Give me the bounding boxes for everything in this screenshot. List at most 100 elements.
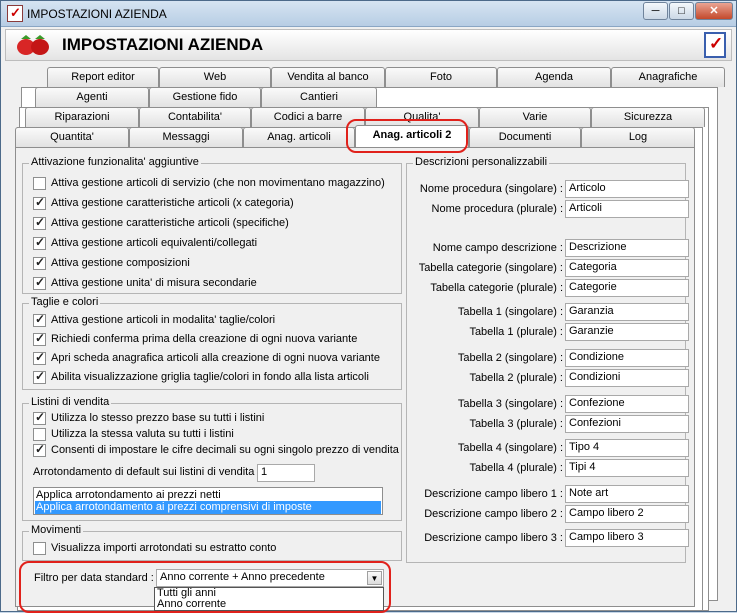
label-composizioni: Attiva gestione composizioni [51, 257, 190, 269]
desc-input-9[interactable]: Condizioni [565, 369, 689, 387]
desc-input-1[interactable]: Articolo [565, 180, 689, 198]
checkbox-apri-scheda[interactable] [33, 350, 46, 365]
desc-label-7: Tabella 1 (plurale) : [469, 326, 563, 338]
tab-gestione-fido[interactable]: Gestione fido [149, 87, 261, 107]
tab-agenda[interactable]: Agenda [497, 67, 611, 87]
desc-label-16: Descrizione campo libero 3 : [424, 532, 563, 544]
label-cifre-decimali: Consenti di impostare le cifre decimali … [51, 444, 399, 456]
highlight-selected-tab [346, 119, 468, 153]
group-descrizioni-title: Descrizioni personalizzabili [413, 156, 550, 168]
desc-input-7[interactable]: Garanzie [565, 323, 689, 341]
group-funzionalita-title: Attivazione funzionalita' aggiuntive [29, 156, 201, 168]
desc-input-2[interactable]: Articoli [565, 200, 689, 218]
tab-varie[interactable]: Varie [479, 107, 591, 127]
checkbox-composizioni[interactable] [33, 255, 46, 270]
tab-agenti[interactable]: Agenti [35, 87, 149, 107]
listbox-arrotondamento[interactable]: Applica arrotondamento ai prezzi netti A… [33, 487, 383, 515]
desc-label-8: Tabella 2 (singolare) : [457, 352, 563, 364]
checkbox-unita-misura[interactable] [33, 275, 46, 290]
desc-input-5[interactable]: Categorie [565, 279, 689, 297]
group-movimenti-title: Movimenti [29, 524, 84, 536]
tab-anagrafiche[interactable]: Anagrafiche [611, 67, 725, 87]
label-conferma-variante: Richiedi conferma prima della creazione … [51, 333, 358, 345]
tab-log[interactable]: Log [581, 127, 695, 147]
group-movimenti: Movimenti Visualizza importi arrotondati… [22, 524, 402, 561]
title-bar: IMPOSTAZIONI AZIENDA ─ □ ✕ [1, 1, 736, 27]
desc-label-3: Nome campo descrizione : [432, 242, 563, 254]
close-button[interactable]: ✕ [695, 2, 733, 20]
checkbox-stesso-prezzo[interactable] [33, 410, 46, 425]
group-listini-title: Listini di vendita [29, 396, 112, 408]
label-griglia-taglie: Abilita visualizzazione griglia taglie/c… [51, 371, 369, 383]
label-articoli-servizio: Attiva gestione articoli di servizio (ch… [51, 177, 385, 189]
desc-label-11: Tabella 3 (plurale) : [469, 418, 563, 430]
tab-web[interactable]: Web [159, 67, 271, 87]
desc-input-10[interactable]: Confezione [565, 395, 689, 413]
desc-label-14: Descrizione campo libero 1 : [424, 488, 563, 500]
desc-input-14[interactable]: Note art [565, 485, 689, 503]
tab-page-anag-articoli-2: Attivazione funzionalita' aggiuntive Att… [15, 147, 695, 611]
desc-input-13[interactable]: Tipi 4 [565, 459, 689, 477]
desc-label-2: Nome procedura (plurale) : [431, 203, 563, 215]
tab-anag-articoli[interactable]: Anag. articoli [243, 127, 355, 147]
checkbox-caratteristiche-categoria[interactable] [33, 195, 46, 210]
desc-input-8[interactable]: Condizione [565, 349, 689, 367]
tab-vendita-al-banco[interactable]: Vendita al banco [271, 67, 385, 87]
highlight-filter [19, 561, 391, 613]
label-arrotondamento: Arrotondamento di default sui listini di… [33, 466, 261, 478]
checkbox-conferma-variante[interactable] [33, 331, 46, 346]
header-title: IMPOSTAZIONI AZIENDA [62, 35, 264, 54]
desc-label-1: Nome procedura (singolare) : [419, 183, 563, 195]
desc-input-12[interactable]: Tipo 4 [565, 439, 689, 457]
group-listini: Listini di vendita Utilizza lo stesso pr… [22, 396, 402, 521]
checkbox-importi-arrotondati[interactable] [33, 542, 46, 555]
label-articoli-equivalenti: Attiva gestione articoli equivalenti/col… [51, 237, 258, 249]
tab-cantieri[interactable]: Cantieri [261, 87, 377, 107]
settings-window: IMPOSTAZIONI AZIENDA ─ □ ✕ IMPOSTAZIONI … [0, 0, 737, 613]
desc-input-4[interactable]: Categoria [565, 259, 689, 277]
desc-input-11[interactable]: Confezioni [565, 415, 689, 433]
tab-riparazioni[interactable]: Riparazioni [25, 107, 139, 127]
desc-input-16[interactable]: Campo libero 3 [565, 529, 689, 547]
tab-sicurezza[interactable]: Sicurezza [591, 107, 705, 127]
tab-report-editor[interactable]: Report editor [47, 67, 159, 87]
checkbox-cifre-decimali[interactable] [33, 442, 46, 457]
group-taglie-colori: Taglie e colori Attiva gestione articoli… [22, 296, 402, 390]
minimize-button[interactable]: ─ [643, 2, 668, 20]
desc-input-6[interactable]: Garanzia [565, 303, 689, 321]
tab-contabilita[interactable]: Contabilita' [139, 107, 251, 127]
window-title: IMPOSTAZIONI AZIENDA [27, 7, 167, 21]
checkbox-griglia-taglie[interactable] [33, 369, 46, 384]
desc-label-10: Tabella 3 (singolare) : [457, 398, 563, 410]
label-unita-misura: Attiva gestione unita' di misura seconda… [51, 277, 257, 289]
label-stessa-valuta: Utilizza la stessa valuta su tutti i lis… [51, 428, 234, 440]
desc-input-15[interactable]: Campo libero 2 [565, 505, 689, 523]
group-descrizioni: Descrizioni personalizzabili Nome proced… [406, 156, 689, 563]
desc-label-4: Tabella categorie (singolare) : [418, 262, 563, 274]
header-banner: IMPOSTAZIONI AZIENDA [5, 29, 732, 61]
tab-foto[interactable]: Foto [385, 67, 497, 87]
checkbox-articoli-equivalenti[interactable] [33, 235, 46, 250]
checkbox-stessa-valuta[interactable] [33, 428, 46, 441]
strawberry-logo-icon [17, 35, 49, 55]
desc-input-3[interactable]: Descrizione [565, 239, 689, 257]
desc-label-15: Descrizione campo libero 2 : [424, 508, 563, 520]
group-funzionalita: Attivazione funzionalita' aggiuntive Att… [22, 156, 402, 294]
input-arrotondamento[interactable]: 1 [257, 464, 315, 482]
label-importi-arrotondati: Visualizza importi arrotondati su estrat… [51, 542, 277, 554]
maximize-button[interactable]: □ [669, 2, 694, 20]
tab-quantita[interactable]: Quantita' [15, 127, 129, 147]
option-prezzi-imposte[interactable]: Applica arrotondamento ai prezzi compren… [35, 501, 381, 514]
label-caratteristiche-categoria: Attiva gestione caratteristiche articoli… [51, 197, 294, 209]
desc-label-13: Tabella 4 (plurale) : [469, 462, 563, 474]
checkbox-taglie-colori[interactable] [33, 312, 46, 327]
app-checklist-icon [7, 5, 23, 22]
checklist-icon[interactable] [704, 32, 726, 58]
tab-documenti[interactable]: Documenti [469, 127, 581, 147]
desc-label-9: Tabella 2 (plurale) : [469, 372, 563, 384]
checkbox-caratteristiche-specifiche[interactable] [33, 215, 46, 230]
tab-messaggi[interactable]: Messaggi [129, 127, 243, 147]
label-taglie-colori: Attiva gestione articoli in modalita' ta… [51, 314, 276, 326]
desc-label-5: Tabella categorie (plurale) : [430, 282, 563, 294]
checkbox-articoli-servizio[interactable] [33, 177, 46, 190]
